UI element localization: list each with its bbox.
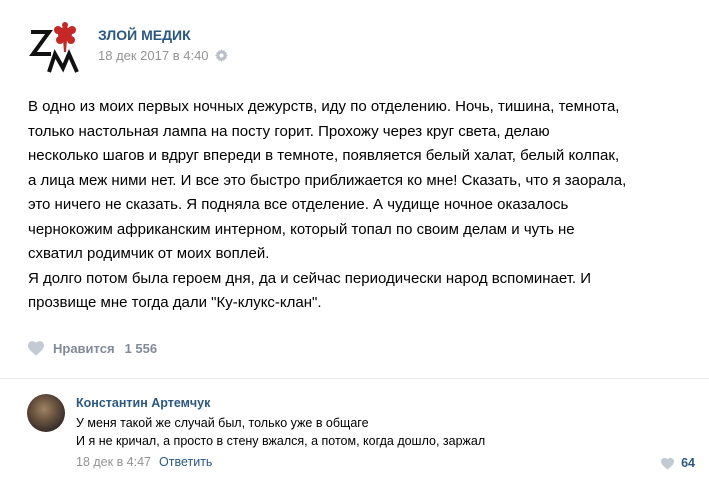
post-text-line: Я долго потом была героем дня, да и сейч… <box>28 269 592 287</box>
like-label: Нравится <box>53 340 115 356</box>
post-text-line: это ничего не сказать. Я подняла все отд… <box>28 196 569 213</box>
reply-button[interactable]: Ответить <box>159 455 212 469</box>
divider <box>0 378 709 379</box>
post-text-line: несколько шагов и вдруг впереди в темнот… <box>28 147 620 164</box>
like-button[interactable]: Нравится 1 556 <box>27 340 157 356</box>
author-logo[interactable] <box>27 20 82 75</box>
post-meta: 18 дек 2017 в 4:40 <box>98 48 228 63</box>
like-count: 1 556 <box>124 340 158 356</box>
post-date[interactable]: 18 дек 2017 в 4:40 <box>98 48 209 63</box>
post-text-line: В одно из моих первых ночных дежурств, и… <box>28 98 620 115</box>
comment-text-line: И я не кричал, а просто в стену вжался, … <box>76 434 486 448</box>
post-text-line: прозвище мне тогда дали "Ку-клукс-клан". <box>28 294 322 311</box>
wall-post: ЗЛОЙ МЕДИК 18 дек 2017 в 4:40 В одно из … <box>0 0 709 482</box>
gear-icon[interactable] <box>214 49 228 62</box>
comment-like-button[interactable]: 64 <box>660 456 695 470</box>
comment-meta: 18 дек в 4:47 Ответить <box>76 455 212 469</box>
comment-like-count: 64 <box>681 456 695 470</box>
post-text: В одно из моих первых ночных дежурств, и… <box>28 95 698 316</box>
post-text-line: чернокожим африканским интерном, который… <box>28 220 575 238</box>
avatar[interactable] <box>27 394 65 432</box>
post-author-link[interactable]: ЗЛОЙ МЕДИК <box>98 27 191 43</box>
comment-date[interactable]: 18 дек в 4:47 <box>76 455 151 469</box>
comment-text-line: У меня такой же случай был, только уже в… <box>76 416 369 430</box>
post-text-line: а лица меж ними нет. И все это быстро пр… <box>28 171 627 189</box>
post-text-line: схватил родимчик от моих воплей. <box>28 245 270 262</box>
heart-icon <box>661 457 675 470</box>
post-text-line: только настольная лампа на посту горит. … <box>28 122 550 140</box>
comment-author-link[interactable]: Константин Артемчук <box>76 396 210 410</box>
heart-icon <box>28 341 44 356</box>
comment-text: У меня такой же случай был, только уже в… <box>76 414 686 450</box>
